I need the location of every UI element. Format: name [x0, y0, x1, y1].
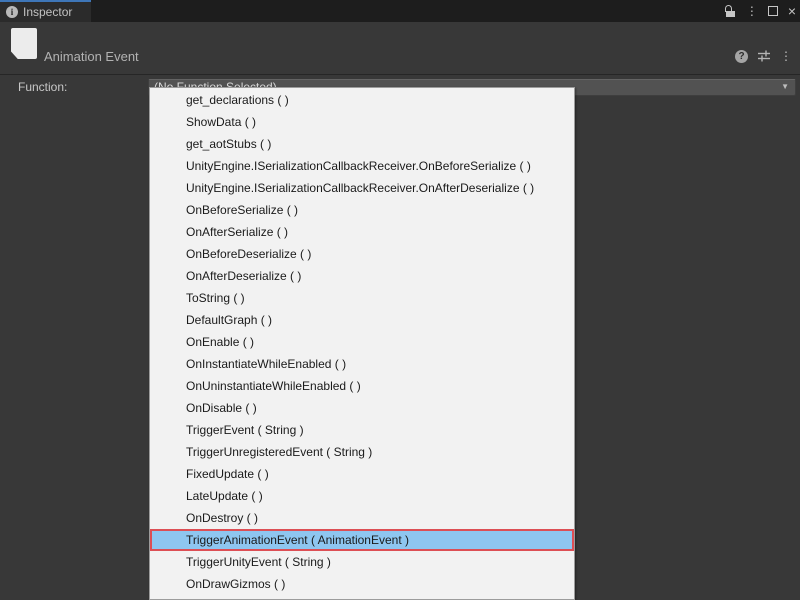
list-item[interactable]: OnBeforeSerialize ( ) [150, 199, 574, 221]
list-item[interactable]: OnUninstantiateWhileEnabled ( ) [150, 375, 574, 397]
list-item[interactable]: OnDestroy ( ) [150, 507, 574, 529]
list-item[interactable]: OnAfterSerialize ( ) [150, 221, 574, 243]
list-item[interactable]: get_declarations ( ) [150, 89, 574, 111]
function-label: Function: [18, 80, 67, 94]
titlebar-kebab-icon[interactable]: ⋮ [746, 5, 758, 17]
list-item-selected[interactable]: TriggerAnimationEvent ( AnimationEvent ) [150, 529, 574, 551]
list-item[interactable]: OnDrawGizmos ( ) [150, 573, 574, 595]
lock-body [726, 11, 735, 17]
list-item[interactable]: LateUpdate ( ) [150, 485, 574, 507]
unlock-icon[interactable] [725, 5, 736, 17]
list-item[interactable]: DefaultGraph ( ) [150, 309, 574, 331]
document-icon [11, 28, 37, 59]
help-icon[interactable]: ? [735, 50, 748, 63]
titlebar: i Inspector ⋮ × [0, 0, 800, 22]
list-item[interactable]: UnityEngine.ISerializationCallbackReceiv… [150, 155, 574, 177]
tab-label: Inspector [23, 5, 72, 19]
list-item[interactable]: ShowData ( ) [150, 111, 574, 133]
tab-inspector[interactable]: i Inspector [0, 0, 91, 22]
list-item[interactable]: get_aotStubs ( ) [150, 133, 574, 155]
info-icon: i [6, 6, 18, 18]
close-icon[interactable]: × [788, 4, 796, 18]
maximize-icon[interactable] [768, 6, 778, 16]
header-kebab-icon[interactable]: ⋮ [780, 50, 792, 62]
list-item[interactable]: ToString ( ) [150, 287, 574, 309]
presets-icon[interactable] [757, 49, 771, 63]
component-header: Animation Event ? ⋮ [0, 22, 800, 75]
function-dropdown-list: get_declarations ( )ShowData ( )get_aotS… [149, 87, 575, 600]
component-title: Animation Event [44, 49, 139, 64]
list-item[interactable]: UnityEngine.ISerializationCallbackReceiv… [150, 177, 574, 199]
list-item[interactable]: TriggerEvent ( String ) [150, 419, 574, 441]
list-item[interactable]: TriggerUnregisteredEvent ( String ) [150, 441, 574, 463]
list-item[interactable]: TriggerUnityEvent ( String ) [150, 551, 574, 573]
list-item[interactable]: OnInstantiateWhileEnabled ( ) [150, 353, 574, 375]
list-item[interactable]: OnDisable ( ) [150, 397, 574, 419]
list-item[interactable]: FixedUpdate ( ) [150, 463, 574, 485]
list-item[interactable]: OnBeforeDeserialize ( ) [150, 243, 574, 265]
chevron-down-icon: ▼ [781, 83, 789, 91]
list-item[interactable]: OnEnable ( ) [150, 331, 574, 353]
list-item[interactable]: OnAfterDeserialize ( ) [150, 265, 574, 287]
